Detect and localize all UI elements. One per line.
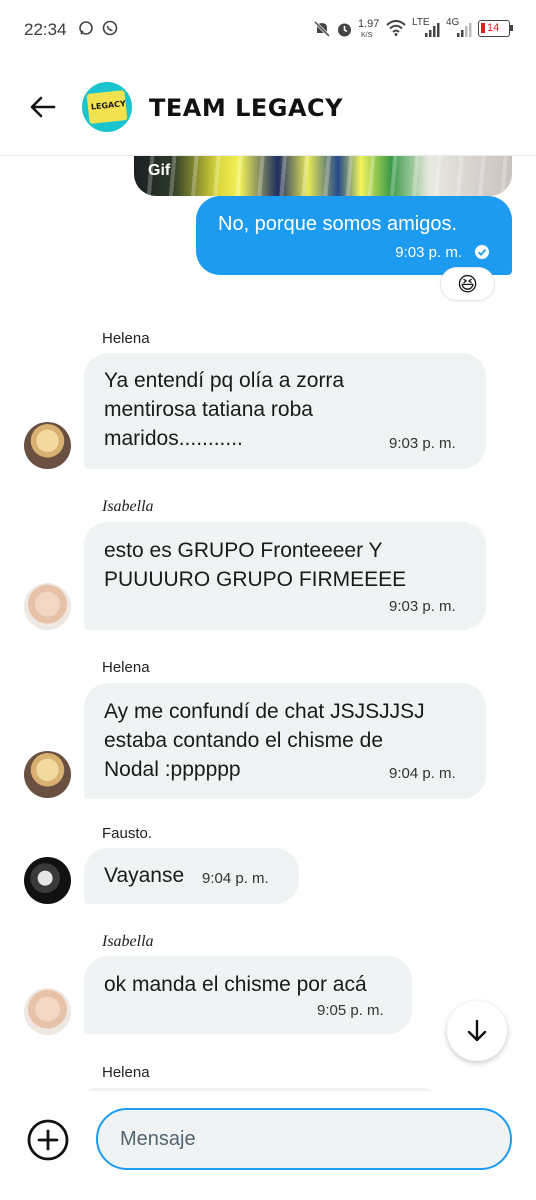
gif-badge: Gif — [148, 162, 171, 179]
message-text: No, porque somos amigos. — [218, 213, 458, 235]
wifi-icon — [386, 20, 406, 36]
message-line: Nodal :pppppp — [104, 758, 241, 781]
gif-message[interactable]: Gif — [134, 156, 512, 196]
avatar[interactable] — [24, 988, 71, 1035]
avatar[interactable] — [24, 751, 71, 798]
message-line: maridos........... — [104, 427, 243, 450]
net-speed-unit: K/S — [361, 32, 373, 39]
mute-bell-icon — [314, 20, 330, 38]
message-line: Ya entendí pq olía a zorra — [104, 369, 345, 392]
message-time: 9:04 p. m. — [202, 870, 269, 887]
alarm-icon — [338, 23, 351, 37]
avatar[interactable] — [24, 857, 71, 904]
sender-name: Helena — [102, 659, 150, 676]
read-check-icon — [475, 245, 489, 259]
message-time: 9:03 p. m. — [395, 244, 462, 261]
add-media-button[interactable] — [26, 1118, 70, 1162]
message-time: 9:03 p. m. — [389, 435, 456, 452]
conversation-title[interactable]: TEAM LEGACY — [149, 94, 343, 122]
message-time: 9:05 p. m. — [317, 1002, 384, 1019]
back-button[interactable] — [26, 90, 60, 124]
avatar[interactable] — [24, 583, 71, 630]
net-speed: 1.97 — [358, 18, 380, 30]
battery-icon: 14 — [478, 20, 513, 37]
message-input[interactable] — [96, 1108, 512, 1170]
message-time: 9:03 p. m. — [389, 598, 456, 615]
message-line: Vayanse — [104, 864, 185, 887]
sender-name: Fausto. — [102, 825, 153, 842]
conversation-header: LEGACY TEAM LEGACY — [0, 60, 536, 156]
group-avatar-text: LEGACY — [90, 99, 127, 112]
message-line: estaba contando el chisme de — [104, 729, 384, 752]
message-line: mentirosa tatiana roba — [104, 398, 313, 421]
message-line: Ay me confundí de chat JSJSJJSJ — [104, 700, 425, 723]
composer — [0, 1092, 536, 1200]
message-time: 9:04 p. m. — [389, 765, 456, 782]
whatsapp-icon — [102, 20, 118, 36]
avatar[interactable] — [24, 422, 71, 469]
message-line: PUUUURO GRUPO FIRMEEEE — [104, 568, 407, 591]
received-message-bubble[interactable]: esto es GRUPO Fronteeeer Y PUUUURO GRUPO… — [84, 522, 486, 630]
received-message-bubble[interactable]: Ya entendí pq olía a zorra mentirosa tat… — [84, 353, 486, 469]
received-message-bubble[interactable] — [84, 1088, 434, 1091]
received-message-bubble[interactable]: Ay me confundí de chat JSJSJJSJ estaba c… — [84, 683, 486, 799]
scroll-to-bottom-button[interactable] — [447, 1001, 507, 1061]
status-bar: 22:34 1.97 K/S LTE 4G 14 — [0, 0, 536, 60]
status-time: 22:34 — [24, 20, 67, 39]
sent-message-bubble[interactable]: No, porque somos amigos. 9:03 p. m. — [196, 196, 512, 275]
message-list[interactable]: Gif No, porque somos amigos. 9:03 p. m. … — [0, 156, 536, 1091]
group-avatar-image: LEGACY — [86, 90, 128, 124]
received-message-bubble[interactable]: Vayanse 9:04 p. m. — [84, 848, 299, 904]
reaction-badge[interactable]: 😆 — [440, 267, 495, 301]
message-line: esto es GRUPO Fronteeeer Y — [104, 539, 383, 562]
sender-name: Helena — [102, 330, 150, 347]
sender-name: Isabella — [102, 498, 154, 515]
group-avatar[interactable]: LEGACY — [82, 82, 132, 132]
received-message-bubble[interactable]: ok manda el chisme por acá 9:05 p. m. — [84, 956, 412, 1034]
sender-name: Isabella — [102, 933, 154, 950]
arrow-down-icon — [467, 1019, 487, 1042]
sender-name: Helena — [102, 1064, 150, 1081]
battery-level: 14 — [487, 22, 500, 34]
chat-notification-icon — [79, 21, 93, 35]
message-line: ok manda el chisme por acá — [104, 973, 367, 996]
laughing-emoji-icon: 😆 — [457, 273, 478, 296]
signal-icon — [425, 23, 440, 37]
signal-icon — [457, 23, 472, 37]
